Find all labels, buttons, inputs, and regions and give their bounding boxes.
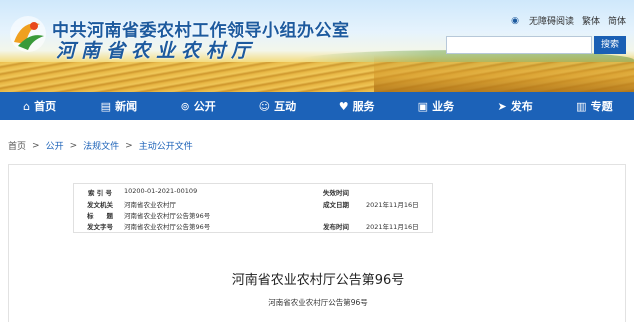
document-info-table: 索 引 号 10200-01-2021-00109 失效时间 发文机关 河南省农…: [73, 183, 433, 233]
info-key: 发布时间: [323, 223, 349, 231]
site-title-line2: 河南省农业农村厅: [56, 40, 257, 62]
top-links: ◉ 无障碍阅读 繁体 简体: [511, 14, 626, 28]
nav-item-public[interactable]: ⊚ 公开: [159, 92, 238, 120]
accessibility-link[interactable]: 无障碍阅读: [529, 14, 574, 27]
info-row: 发文机关 河南省农业农村厅 成文日期 2021年11月16日: [74, 199, 434, 209]
info-value: 2021年11月16日: [366, 223, 419, 231]
info-key: 索 引 号: [87, 189, 113, 197]
nav-label: 业务: [432, 100, 455, 113]
breadcrumb-separator: >: [69, 140, 78, 151]
info-key: 成文日期: [323, 201, 349, 209]
nav-item-business[interactable]: ▣ 业务: [396, 92, 475, 120]
banner-field-shade: [374, 55, 634, 92]
public-icon: ⊚: [180, 99, 190, 113]
home-icon: ⌂: [23, 99, 31, 113]
info-row: 索 引 号 10200-01-2021-00109 失效时间: [74, 187, 434, 197]
nav-item-service[interactable]: ♥ 服务: [317, 92, 396, 120]
info-value: 河南省农业农村厅公告第96号: [124, 223, 211, 231]
simplified-chinese-link[interactable]: 简体: [608, 14, 626, 27]
info-key: 发文字号: [87, 223, 113, 231]
accessibility-icon: ◉: [511, 15, 519, 26]
breadcrumb-separator: >: [32, 140, 40, 151]
info-row: 标 题 河南省农业农村厅公告第96号: [74, 210, 434, 220]
document-subtitle: 河南省农业农村厅公告第96号: [268, 298, 368, 307]
search-button[interactable]: 搜索: [594, 36, 626, 54]
nav-item-home[interactable]: ⌂ 首页: [0, 92, 79, 120]
breadcrumb-home[interactable]: 首页: [8, 139, 26, 152]
info-value: 河南省农业农村厅: [124, 201, 176, 209]
nav-item-topics[interactable]: ▥ 专题: [555, 92, 634, 120]
nav-label: 公开: [193, 100, 216, 113]
nav-label: 服务: [352, 100, 375, 113]
nav-label: 互动: [274, 100, 297, 113]
news-icon: ▤: [100, 99, 112, 113]
article-panel: 索 引 号 10200-01-2021-00109 失效时间 发文机关 河南省农…: [8, 164, 626, 322]
document-title: 河南省农业农村厅公告第96号: [231, 273, 405, 288]
header-banner: 中共河南省委农村工作领导小组办公室 河南省农业农村厅 ◉ 无障碍阅读 繁体 简体…: [0, 0, 634, 92]
nav-label: 发布: [510, 100, 533, 113]
breadcrumb-active-disclosure[interactable]: 主动公开文件: [139, 139, 193, 152]
info-key: 标 题: [87, 212, 113, 220]
chat-icon: ☺: [258, 99, 271, 113]
release-icon: ➤: [497, 99, 507, 113]
nav-item-release[interactable]: ➤ 发布: [476, 92, 555, 120]
search-input[interactable]: [446, 36, 592, 54]
service-icon: ♥: [338, 99, 349, 113]
nav-label: 专题: [590, 100, 613, 113]
info-key: 发文机关: [87, 201, 113, 209]
breadcrumb: 首页 > 公开 > 法规文件 > 主动公开文件: [8, 139, 193, 153]
info-value: 河南省农业农村厅公告第96号: [124, 212, 211, 220]
info-value: 10200-01-2021-00109: [124, 187, 198, 195]
breadcrumb-public[interactable]: 公开: [46, 139, 64, 152]
info-key: 失效时间: [323, 189, 349, 197]
info-row: 发文字号 河南省农业农村厅公告第96号 发布时间 2021年11月16日: [74, 221, 434, 231]
agency-logo-icon: [10, 16, 46, 52]
main-nav: ⌂ 首页 ▤ 新闻 ⊚ 公开 ☺ 互动 ♥ 服务 ▣ 业务 ➤ 发布 ▥ 专题: [0, 92, 634, 120]
nav-item-interaction[interactable]: ☺ 互动: [238, 92, 317, 120]
traditional-chinese-link[interactable]: 繁体: [582, 14, 600, 27]
business-icon: ▣: [417, 99, 429, 113]
breadcrumb-regulations[interactable]: 法规文件: [83, 139, 119, 152]
nav-label: 首页: [34, 100, 57, 113]
breadcrumb-separator: >: [125, 140, 133, 151]
info-value: 2021年11月16日: [366, 201, 419, 209]
nav-label: 新闻: [115, 100, 138, 113]
nav-item-news[interactable]: ▤ 新闻: [79, 92, 158, 120]
topics-icon: ▥: [576, 99, 587, 113]
